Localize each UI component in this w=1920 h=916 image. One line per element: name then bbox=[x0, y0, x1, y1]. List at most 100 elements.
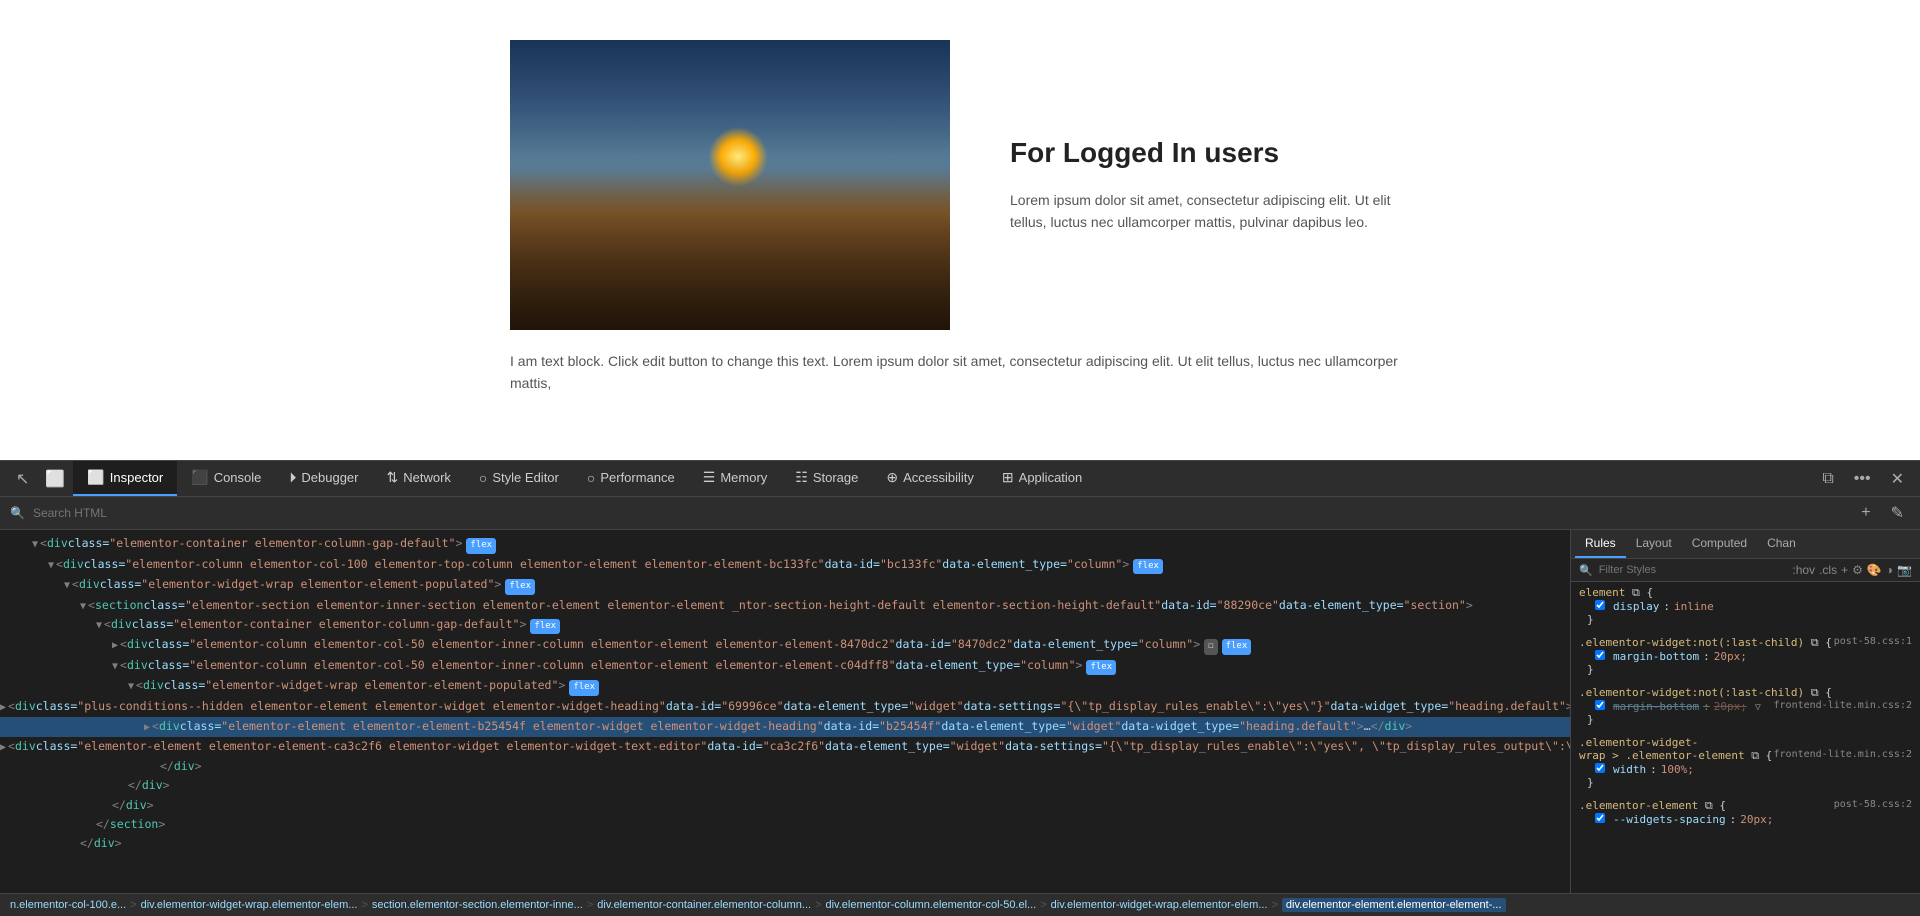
breadcrumb-item[interactable]: div.elementor-column.elementor-col-50.el… bbox=[826, 899, 1037, 911]
tab-console[interactable]: ⬛ Console bbox=[177, 461, 275, 496]
css-tabs: Rules Layout Computed Chan bbox=[1571, 530, 1920, 559]
toggle-arrow[interactable]: ▶ bbox=[144, 720, 150, 735]
html-line: ▶ <div class="elementor-element elemento… bbox=[0, 737, 1570, 758]
breadcrumb-item[interactable]: div.elementor-container.elementor-column… bbox=[597, 899, 811, 911]
tab-inspector-label: Inspector bbox=[110, 470, 163, 485]
html-line: ▼ <section class="elementor-section elem… bbox=[0, 596, 1570, 615]
toggle-arrow[interactable]: ▼ bbox=[48, 558, 54, 573]
css-prop-checkbox[interactable] bbox=[1595, 600, 1605, 610]
css-filter-bar: 🔍 :hov .cls + ⚙ 🎨 ◑ 📷 bbox=[1571, 559, 1920, 582]
css-prop-checkbox[interactable] bbox=[1595, 813, 1605, 823]
css-prop-checkbox[interactable] bbox=[1595, 763, 1605, 773]
html-line: ▶ <div class="plus-conditions--hidden el… bbox=[0, 697, 1570, 718]
toggle-arrow[interactable]: ▼ bbox=[112, 659, 118, 674]
cls-toggle-button[interactable]: .cls bbox=[1819, 563, 1837, 577]
color-picker-button[interactable]: 🎨 bbox=[1867, 563, 1882, 577]
css-property-row: margin-bottom : 20px; ▽ bbox=[1579, 700, 1774, 713]
debugger-icon: ⏵ bbox=[289, 469, 296, 486]
application-icon: ⊞ bbox=[1002, 469, 1014, 486]
css-tab-rules[interactable]: Rules bbox=[1575, 530, 1626, 558]
filter-icon: 🔍 bbox=[1579, 564, 1593, 577]
content-text-block: For Logged In users Lorem ipsum dolor si… bbox=[1010, 137, 1410, 234]
screenshot-button[interactable]: 📷 bbox=[1897, 563, 1912, 577]
css-prop-checkbox[interactable] bbox=[1595, 700, 1605, 710]
css-filter-icons: :hov .cls + ⚙ 🎨 ◑ 📷 bbox=[1792, 563, 1912, 577]
html-line: ▼ <div class="elementor-column elementor… bbox=[0, 656, 1570, 677]
toggle-arrow[interactable]: ▶ bbox=[0, 740, 6, 755]
toggle-arrow[interactable]: ▶ bbox=[112, 638, 118, 653]
css-filter-input[interactable] bbox=[1599, 564, 1787, 576]
tab-debugger[interactable]: ⏵ Debugger bbox=[275, 461, 372, 496]
css-tab-layout[interactable]: Layout bbox=[1626, 530, 1682, 558]
paragraph: Lorem ipsum dolor sit amet, consectetur … bbox=[1010, 189, 1410, 234]
breadcrumb-item[interactable]: div.elementor-widget-wrap.elementor-elem… bbox=[141, 899, 358, 911]
css-selector: .elementor-widget-wrap > .elementor-elem… bbox=[1579, 736, 1745, 762]
storage-icon: ☷ bbox=[795, 469, 808, 486]
hover-toggle-button[interactable]: :hov bbox=[1792, 563, 1815, 577]
page-content: For Logged In users Lorem ipsum dolor si… bbox=[360, 0, 1560, 435]
tab-performance-label: Performance bbox=[600, 470, 674, 485]
css-property-row: --widgets-spacing : 20px; bbox=[1579, 813, 1912, 826]
html-line: ▼ <div class="elementor-column elementor… bbox=[0, 555, 1570, 576]
devtools-main: ▼ <div class="elementor-container elemen… bbox=[0, 530, 1920, 893]
tab-application[interactable]: ⊞ Application bbox=[988, 461, 1096, 496]
cursor-tool-button[interactable]: ↖ bbox=[8, 465, 37, 493]
breadcrumb-item-selected[interactable]: div.elementor-element.elementor-element-… bbox=[1282, 898, 1506, 912]
css-prop-checkbox[interactable] bbox=[1595, 650, 1605, 660]
add-node-button[interactable]: + bbox=[1855, 502, 1876, 524]
breadcrumb-item[interactable]: div.elementor-widget-wrap.elementor-elem… bbox=[1051, 899, 1268, 911]
tab-memory-label: Memory bbox=[720, 470, 767, 485]
tab-application-label: Application bbox=[1019, 470, 1083, 485]
tab-inspector[interactable]: ⬜ Inspector bbox=[73, 461, 177, 496]
toggle-arrow[interactable]: ▶ bbox=[0, 700, 6, 715]
edit-node-button[interactable]: ✎ bbox=[1885, 501, 1910, 525]
tab-storage[interactable]: ☷ Storage bbox=[781, 461, 872, 496]
content-row: For Logged In users Lorem ipsum dolor si… bbox=[510, 40, 1410, 330]
element-picker-button[interactable]: ⬜ bbox=[37, 465, 73, 493]
html-line: ▼ <div class="elementor-widget-wrap elem… bbox=[0, 676, 1570, 697]
css-content[interactable]: element ⧉ { display : inline } .elemento… bbox=[1571, 582, 1920, 893]
devtools-more-button[interactable]: ••• bbox=[1846, 466, 1879, 492]
toggle-arrow[interactable]: ▼ bbox=[128, 679, 134, 694]
css-property-row: margin-bottom : 20px; bbox=[1579, 650, 1912, 663]
css-panel: Rules Layout Computed Chan 🔍 :hov .cls +… bbox=[1570, 530, 1920, 893]
css-rule-elementor-element: .elementor-element post-58.css:2 ⧉ { --w… bbox=[1579, 799, 1912, 826]
breadcrumb-item[interactable]: section.elementor-section.elementor-inne… bbox=[372, 899, 583, 911]
css-tab-computed[interactable]: Computed bbox=[1682, 530, 1757, 558]
css-source: post-58.css:1 bbox=[1834, 636, 1912, 647]
tab-memory[interactable]: ☰ Memory bbox=[689, 461, 782, 496]
html-panel[interactable]: ▼ <div class="elementor-container elemen… bbox=[0, 530, 1570, 893]
html-line: ▼ <div class="elementor-container elemen… bbox=[0, 615, 1570, 636]
search-html-input[interactable] bbox=[33, 506, 1847, 520]
search-icon: 🔍 bbox=[10, 506, 25, 520]
tab-style-editor[interactable]: ○ Style Editor bbox=[465, 461, 573, 496]
tab-performance[interactable]: ○ Performance bbox=[573, 461, 689, 496]
breadcrumb-bar: n.elementor-col-100.e... > div.elementor… bbox=[0, 893, 1920, 916]
devtools-dock-button[interactable]: ⧉ bbox=[1814, 466, 1841, 492]
tab-accessibility[interactable]: ⊕ Accessibility bbox=[872, 461, 988, 496]
toggle-arrow[interactable]: ▼ bbox=[80, 599, 86, 614]
html-line: </div> bbox=[0, 757, 1570, 776]
toggle-arrow[interactable]: ▼ bbox=[64, 578, 70, 593]
breadcrumb-item[interactable]: n.elementor-col-100.e... bbox=[10, 899, 126, 911]
devtools-close-button[interactable]: ✕ bbox=[1883, 465, 1912, 493]
css-rule-widget-not-last-2: .elementor-widget:not(:last-child) front… bbox=[1579, 686, 1912, 726]
add-rule-button[interactable]: + bbox=[1841, 563, 1848, 577]
dark-mode-button[interactable]: ◑ bbox=[1886, 563, 1893, 577]
toggle-arrow[interactable]: ▼ bbox=[96, 618, 102, 633]
css-rule-widget-wrap-element: .elementor-widget-wrap > .elementor-elem… bbox=[1579, 736, 1912, 789]
tab-style-editor-label: Style Editor bbox=[492, 470, 558, 485]
settings-icon[interactable]: ⚙ bbox=[1852, 563, 1863, 577]
text-block: I am text block. Click edit button to ch… bbox=[510, 350, 1410, 395]
tab-storage-label: Storage bbox=[813, 470, 859, 485]
css-tab-changes[interactable]: Chan bbox=[1757, 530, 1806, 558]
html-line: </section> bbox=[0, 815, 1570, 834]
html-line: ▶ <div class="elementor-column elementor… bbox=[0, 635, 1570, 656]
overridden-indicator: ▽ bbox=[1755, 702, 1761, 713]
tab-network[interactable]: ⇅ Network bbox=[373, 461, 465, 496]
toggle-arrow[interactable]: ▼ bbox=[32, 537, 38, 552]
html-line: </div> bbox=[0, 776, 1570, 795]
style-editor-icon: ○ bbox=[479, 470, 487, 486]
hero-image bbox=[510, 40, 950, 330]
css-selector: element bbox=[1579, 586, 1625, 599]
